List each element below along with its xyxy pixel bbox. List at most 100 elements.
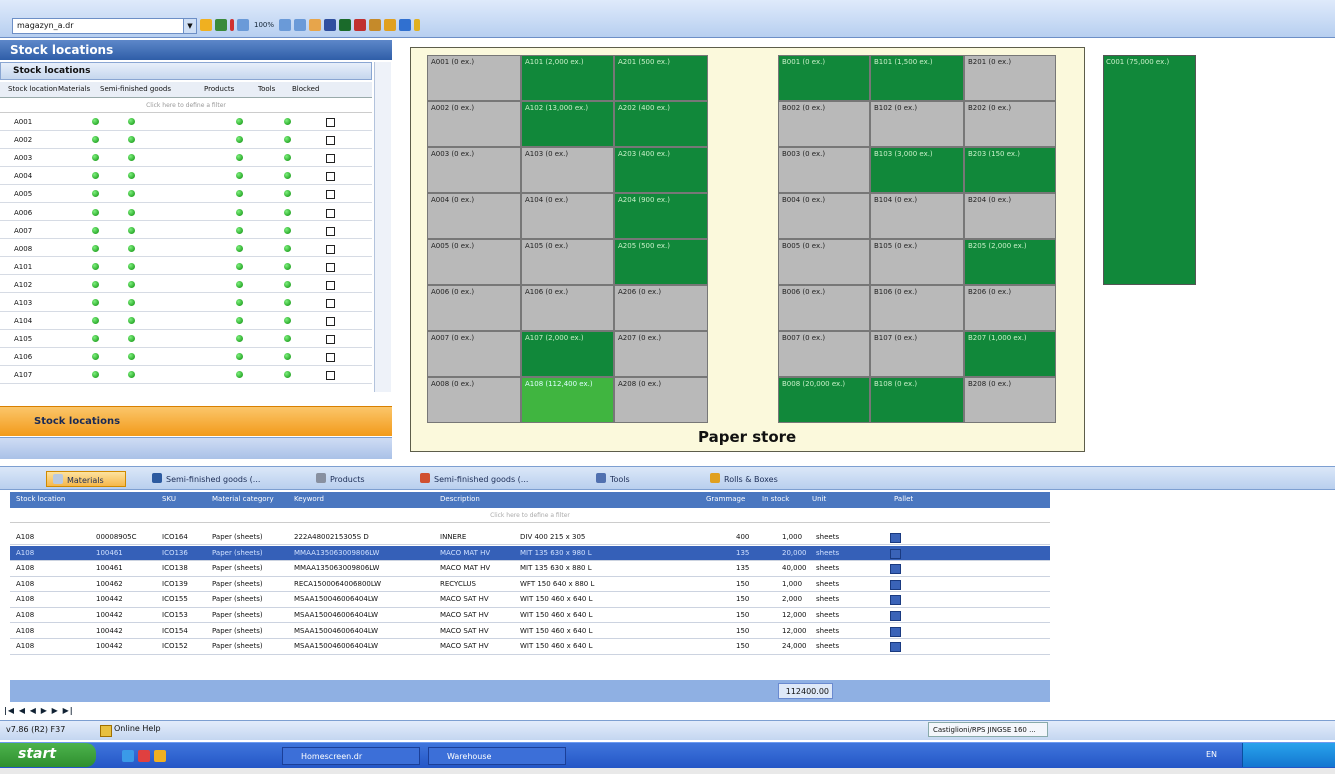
grid-col-stock-location[interactable]: Stock location (16, 495, 65, 503)
tools-icon[interactable] (369, 19, 382, 31)
table-row[interactable]: A006 (0, 204, 372, 222)
map-cell[interactable]: A101 (2,000 ex.) (521, 55, 614, 101)
map-cell[interactable]: B002 (0 ex.) (778, 101, 870, 147)
grid-col-category[interactable]: Material category (212, 495, 274, 503)
grid-col-keyword[interactable]: Keyword (294, 495, 324, 503)
blocked-checkbox[interactable] (326, 136, 335, 146)
map-cell[interactable]: B101 (1,500 ex.) (870, 55, 964, 101)
zoom-icon[interactable] (237, 19, 249, 31)
blocked-checkbox[interactable] (326, 262, 335, 272)
map-cell[interactable]: B202 (0 ex.) (964, 101, 1056, 147)
map-cell[interactable]: B104 (0 ex.) (870, 193, 964, 239)
blocked-checkbox[interactable] (326, 172, 335, 182)
table-row[interactable]: A108 100461 ICO138 Paper (sheets) MMAA135063… (10, 561, 1050, 577)
language-indicator[interactable]: EN (1206, 750, 1217, 759)
col-materials[interactable]: Materials (58, 85, 90, 93)
zoom-out-icon[interactable] (294, 19, 307, 31)
map-cell[interactable]: B007 (0 ex.) (778, 331, 870, 377)
map-cell[interactable]: B105 (0 ex.) (870, 239, 964, 285)
table-row[interactable]: A108 00008905C ICO164 Paper (sheets) 222A480… (10, 530, 1050, 546)
zoom-in-icon[interactable] (279, 19, 292, 31)
grid-filter-row[interactable]: Click here to define a filter (10, 509, 1050, 523)
left-filter-row[interactable]: Click here to define a filter (0, 99, 372, 113)
map-cell[interactable]: A002 (0 ex.) (427, 101, 521, 147)
blocked-checkbox[interactable] (326, 244, 335, 254)
map-cell[interactable]: A102 (13,000 ex.) (521, 101, 614, 147)
table-row[interactable]: A008 (0, 240, 372, 258)
grid-col-grammage[interactable]: Grammage (706, 495, 745, 503)
table-row[interactable]: A101 (0, 258, 372, 276)
map-cell[interactable]: A103 (0 ex.) (521, 147, 614, 193)
blocked-checkbox[interactable] (326, 280, 335, 290)
blocked-checkbox[interactable] (326, 317, 335, 327)
task-homescreen[interactable]: Homescreen.dr (282, 747, 420, 765)
pallet-icon[interactable] (890, 642, 901, 653)
table-row[interactable]: A108 100442 ICO153 Paper (sheets) MSAA150046… (10, 608, 1050, 624)
map-cell[interactable]: B206 (0 ex.) (964, 285, 1056, 331)
save-icon[interactable] (215, 19, 227, 31)
globe-icon[interactable] (339, 19, 352, 31)
blocked-checkbox[interactable] (326, 226, 335, 236)
table-row[interactable]: A104 (0, 313, 372, 330)
task-warehouse[interactable]: Warehouse (428, 747, 566, 765)
map-cell[interactable]: B201 (0 ex.) (964, 55, 1056, 101)
start-button[interactable]: start (0, 743, 96, 767)
home-icon[interactable] (309, 19, 322, 31)
tab-semi-finished-2[interactable]: Semi-finished goods (... (414, 471, 534, 487)
map-cell[interactable]: A105 (0 ex.) (521, 239, 614, 285)
tab-semi-finished-1[interactable]: Semi-finished goods (... (146, 471, 266, 487)
table-row[interactable]: A108 100442 ICO154 Paper (sheets) MSAA150046… (10, 623, 1050, 639)
folder-icon[interactable] (384, 19, 397, 31)
pallet-icon[interactable] (890, 579, 901, 590)
map-cell[interactable]: B204 (0 ex.) (964, 193, 1056, 239)
online-help-link[interactable]: Online Help (100, 724, 161, 737)
map-cell[interactable]: A106 (0 ex.) (521, 285, 614, 331)
col-tools[interactable]: Tools (258, 85, 275, 93)
map-cell[interactable]: A004 (0 ex.) (427, 193, 521, 239)
table-row[interactable]: A108 100461 ICO136 Paper (sheets) MMAA135063… (10, 545, 1050, 561)
map-cell[interactable]: A003 (0 ex.) (427, 147, 521, 193)
map-cell[interactable]: A107 (2,000 ex.) (521, 331, 614, 377)
stop-icon[interactable] (354, 19, 367, 31)
zoom-level[interactable]: 100% (252, 21, 276, 29)
map-cell[interactable]: B008 (20,000 ex.) (778, 377, 870, 423)
map-cell-extra[interactable]: C001 (75,000 ex.) (1103, 55, 1196, 285)
map-cell[interactable]: B107 (0 ex.) (870, 331, 964, 377)
map-cell[interactable]: B203 (150 ex.) (964, 147, 1056, 193)
map-cell[interactable]: A206 (0 ex.) (614, 285, 708, 331)
col-stock-location[interactable]: Stock location (8, 85, 57, 93)
tab-tools[interactable]: Tools (590, 471, 636, 487)
pallet-icon[interactable] (890, 611, 901, 621)
map-cell[interactable]: A108 (112,400 ex.) (521, 377, 614, 423)
ie-icon[interactable] (122, 750, 134, 762)
table-row[interactable]: A108 100442 ICO152 Paper (sheets) MSAA150046… (10, 639, 1050, 655)
map-cell[interactable]: B208 (0 ex.) (964, 377, 1056, 423)
table-row[interactable]: A007 (0, 222, 372, 240)
map-cell[interactable]: A203 (400 ex.) (614, 147, 708, 193)
map-cell[interactable]: A205 (500 ex.) (614, 239, 708, 285)
grid-icon[interactable] (324, 19, 337, 31)
stock-locations-button[interactable]: Stock locations (0, 406, 392, 436)
table-row[interactable]: A102 (0, 276, 372, 294)
map-cell[interactable]: A006 (0 ex.) (427, 285, 521, 331)
map-cell[interactable]: B004 (0 ex.) (778, 193, 870, 239)
tab-materials[interactable]: Materials (46, 471, 126, 487)
table-row[interactable]: A105 (0, 331, 372, 348)
grid-col-description[interactable]: Description (440, 495, 480, 503)
blocked-checkbox[interactable] (326, 299, 335, 308)
record-navigator[interactable]: |◀ ◀ ◀ ▶ ▶ ▶| (4, 706, 114, 718)
grid-col-in-stock[interactable]: In stock (762, 495, 789, 503)
blocked-checkbox[interactable] (326, 371, 335, 381)
tab-rolls-boxes[interactable]: Rolls & Boxes (704, 471, 784, 487)
map-cell[interactable]: B102 (0 ex.) (870, 101, 964, 147)
table-row[interactable]: A001 (0, 114, 372, 131)
map-cell[interactable]: A202 (400 ex.) (614, 101, 708, 147)
folder-icon[interactable] (154, 750, 166, 762)
map-cell[interactable]: A201 (500 ex.) (614, 55, 708, 101)
pallet-icon[interactable] (890, 595, 901, 606)
col-blocked[interactable]: Blocked (292, 85, 319, 93)
map-cell[interactable]: B103 (3,000 ex.) (870, 147, 964, 193)
map-cell[interactable]: A007 (0 ex.) (427, 331, 521, 377)
grid-col-pallet[interactable]: Pallet (894, 495, 913, 503)
map-cell[interactable]: B205 (2,000 ex.) (964, 239, 1056, 285)
